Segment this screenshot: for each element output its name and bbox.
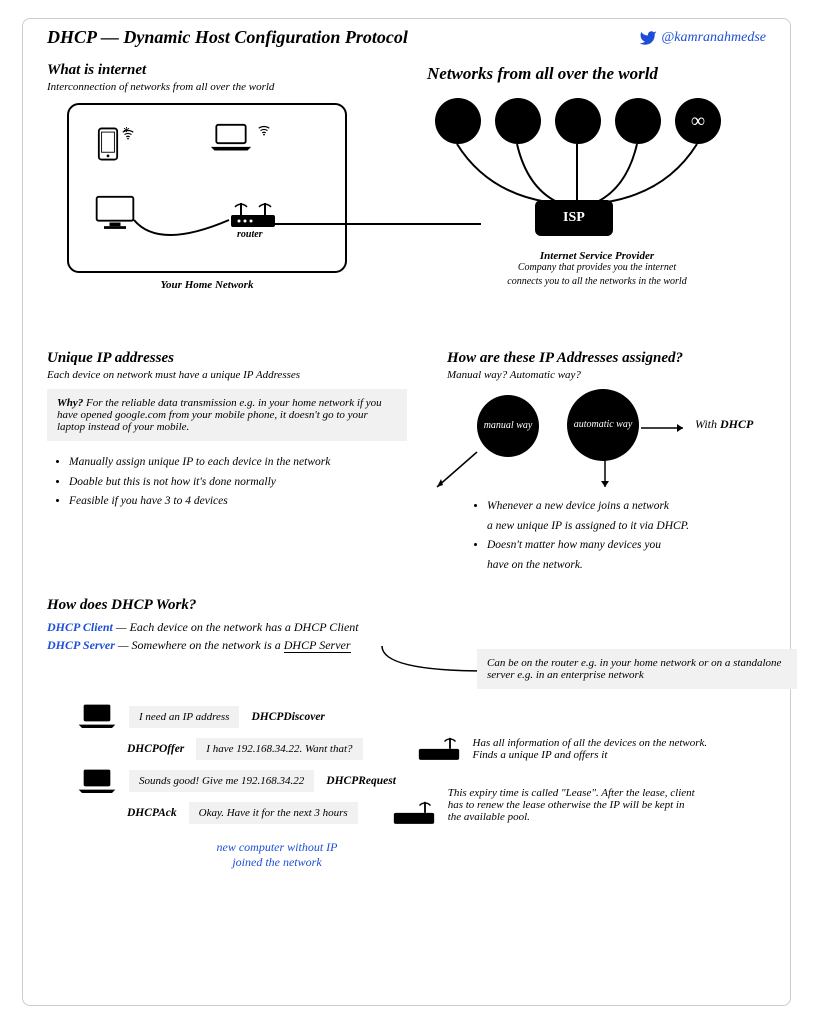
why-label: Why? xyxy=(57,397,83,409)
dhcp-server-label: DHCP Server xyxy=(47,638,115,652)
col-unique-ip: Unique IP addresses Each device on netwo… xyxy=(47,350,427,575)
isp-full: Internet Service Provider xyxy=(427,250,767,262)
page-title: DHCP — Dynamic Host Configuration Protoc… xyxy=(47,27,408,48)
bullet-manual-2: Doable but this is not how it's done nor… xyxy=(69,473,427,493)
bullet-manual-1: Manually assign unique IP to each device… xyxy=(69,453,427,473)
server-note-box: Can be on the router e.g. in your home n… xyxy=(477,649,797,689)
wifi-icon-2 xyxy=(257,123,271,137)
desktop-icon xyxy=(93,195,137,232)
bullet-auto-1a: Whenever a new device joins a network xyxy=(487,500,669,512)
router-icon-ack xyxy=(392,800,436,826)
new-comp-line2: joined the network xyxy=(127,855,427,870)
dhcp-exchange: I need an IP address DHCPDiscover DHCPOf… xyxy=(47,703,766,870)
row-offer: DHCPOffer I have 192.168.34.22. Want tha… xyxy=(127,736,766,762)
row-internet: What is internet Interconnection of netw… xyxy=(47,62,766,334)
note-ack: This expiry time is called "Lease". Afte… xyxy=(448,787,698,823)
sub-what-is-internet: Interconnection of networks from all ove… xyxy=(47,81,407,93)
msg-discover: I need an IP address xyxy=(129,706,239,728)
globe-2 xyxy=(495,98,541,144)
globe-4 xyxy=(615,98,661,144)
router-icon xyxy=(229,197,277,229)
with-label: With xyxy=(695,417,720,431)
col-networks: Networks from all over the world ∞ ISP I… xyxy=(427,62,767,334)
col-assigned: How are these IP Addresses assigned? Man… xyxy=(447,350,807,575)
laptop-icon-request xyxy=(77,768,117,795)
why-text: For the reliable data transmission e.g. … xyxy=(57,397,382,433)
auto-arrow-right xyxy=(641,423,691,433)
new-comp-line1: new computer without IP xyxy=(127,840,427,855)
heading-unique-ip: Unique IP addresses xyxy=(47,350,427,367)
new-computer-note: new computer without IP joined the netwo… xyxy=(127,840,427,870)
heading-how-works: How does DHCP Work? xyxy=(47,597,766,614)
dhcp-server-underline: DHCP Server xyxy=(284,638,351,653)
note-offer: Has all information of all the devices o… xyxy=(473,737,723,761)
bullet-auto-2a: Doesn't matter how many devices you xyxy=(487,539,661,551)
way-diagram: manual way automatic way With DHCP xyxy=(447,387,807,497)
automatic-way-circle: automatic way xyxy=(567,389,639,461)
auto-bullets: Whenever a new device joins a network a n… xyxy=(487,497,807,575)
bullet-auto-1: Whenever a new device joins a network a n… xyxy=(487,497,807,536)
isp-diagram: ∞ ISP Internet Service Provider Company … xyxy=(427,94,767,334)
handle-text: @kamranahmedse xyxy=(661,30,766,46)
isp-desc2: connects you to all the networks in the … xyxy=(427,276,767,287)
bullet-auto-1b: a new unique IP is assigned to it via DH… xyxy=(487,520,689,532)
label-request: DHCPRequest xyxy=(326,775,396,787)
wifi-icon-1 xyxy=(121,127,135,141)
row-ip: Unique IP addresses Each device on netwo… xyxy=(47,350,766,575)
isp-desc1: Company that provides you the internet xyxy=(427,262,767,273)
dhcp-client-line: DHCP Client — Each device on the network… xyxy=(47,620,766,635)
dhcp-client-label: DHCP Client xyxy=(47,620,113,634)
manual-bullets: Manually assign unique IP to each device… xyxy=(69,453,427,512)
page-container: DHCP — Dynamic Host Configuration Protoc… xyxy=(22,18,791,1006)
laptop-icon xyxy=(209,123,253,152)
laptop-icon-discover xyxy=(77,703,117,730)
with-dhcp-bold: DHCP xyxy=(720,417,753,431)
sub-unique-ip: Each device on network must have a uniqu… xyxy=(47,369,427,381)
heading-what-is-internet: What is internet xyxy=(47,62,407,79)
phone-icon xyxy=(97,127,119,161)
row-ack: DHCPAck Okay. Have it for the next 3 hou… xyxy=(127,800,766,826)
header: DHCP — Dynamic Host Configuration Protoc… xyxy=(47,27,766,48)
manual-way-circle: manual way xyxy=(477,395,539,457)
msg-request: Sounds good! Give me 192.168.34.22 xyxy=(129,770,314,792)
bullet-auto-2b: have on the network. xyxy=(487,559,583,571)
row-discover: I need an IP address DHCPDiscover xyxy=(77,703,766,730)
router-icon-offer xyxy=(417,736,461,762)
wire-desktop-router xyxy=(129,205,239,255)
home-network-box: *︎ router xyxy=(67,103,347,273)
infinity-symbol: ∞ xyxy=(691,110,705,133)
globe-3 xyxy=(555,98,601,144)
router-label: router xyxy=(237,229,263,240)
bullet-manual-3: Feasible if you have 3 to 4 devices xyxy=(69,492,427,512)
msg-ack: Okay. Have it for the next 3 hours xyxy=(189,802,358,824)
isp-box: ISP xyxy=(535,200,613,236)
bullet-auto-2: Doesn't matter how many devices you have … xyxy=(487,536,807,575)
col-home-network: What is internet Interconnection of netw… xyxy=(47,62,407,334)
heading-assigned: How are these IP Addresses assigned? xyxy=(447,350,807,367)
with-dhcp: With DHCP xyxy=(695,417,753,432)
manual-arrow xyxy=(427,447,487,497)
label-offer: DHCPOffer xyxy=(127,743,184,755)
twitter-icon xyxy=(639,29,657,47)
heading-networks: Networks from all over the world xyxy=(427,64,767,84)
why-box: Why? For the reliable data transmission … xyxy=(47,389,407,441)
dhcp-client-text: — Each device on the network has a DHCP … xyxy=(113,620,359,634)
msg-offer: I have 192.168.34.22. Want that? xyxy=(196,738,362,760)
home-network-caption: Your Home Network xyxy=(67,279,347,291)
dhcp-server-text: — Somewhere on the network is a xyxy=(115,638,284,652)
label-ack: DHCPAck xyxy=(127,807,177,819)
sub-assigned: Manual way? Automatic way? xyxy=(447,369,807,381)
auto-arrow-down xyxy=(595,459,615,495)
twitter-handle[interactable]: @kamranahmedse xyxy=(639,29,766,47)
label-discover: DHCPDiscover xyxy=(251,711,324,723)
globe-infinity: ∞ xyxy=(675,98,721,144)
globe-1 xyxy=(435,98,481,144)
section-how-works: How does DHCP Work? DHCP Client — Each d… xyxy=(47,597,766,653)
